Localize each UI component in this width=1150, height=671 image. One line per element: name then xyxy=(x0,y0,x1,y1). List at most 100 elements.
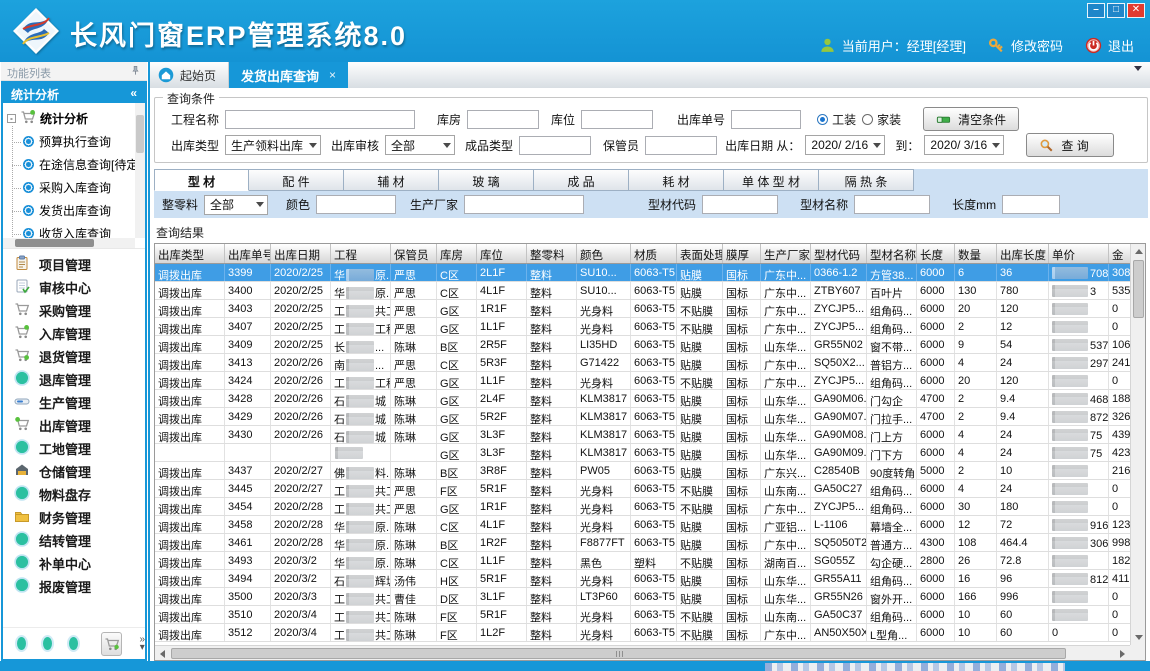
sidebar-menu-item[interactable]: 项目管理 xyxy=(3,253,145,276)
profile-name-input[interactable] xyxy=(854,195,930,214)
scrollbar-thumb[interactable] xyxy=(1133,260,1144,318)
material-tab[interactable]: 玻 璃 xyxy=(439,169,534,191)
sidebar-menu-item[interactable]: 物料盘存 xyxy=(3,483,145,506)
table-row[interactable]: 调拨出库35122020/3/4工共工程陈琳F区1L2F整料光身料6063-T5… xyxy=(155,624,1130,642)
table-row[interactable]: 调拨出库34932020/3/2华原...陈琳C区1L1F整料黑色塑料不贴膜国标… xyxy=(155,552,1130,570)
table-row[interactable]: 调拨出库35002020/3/3工共工程曹佳D区3L1F整料LT3P606063… xyxy=(155,588,1130,606)
sidebar-menu-item[interactable]: 生产管理 xyxy=(3,391,145,414)
scroll-right-arrow[interactable] xyxy=(1115,646,1130,661)
table-row[interactable]: 调拨出库34942020/3/2石辉城汤伟H区5R1F整料光身料6063-T5贴… xyxy=(155,570,1130,588)
grid-vertical-scrollbar[interactable] xyxy=(1130,244,1145,645)
sidebar-menu-item[interactable]: 退货管理 xyxy=(3,345,145,368)
date-to-picker[interactable]: 2020/ 3/16 xyxy=(924,135,1004,155)
column-header[interactable]: 出库日期 xyxy=(271,244,331,263)
radio-jiazhuang[interactable]: 家装 xyxy=(862,111,901,128)
search-button[interactable]: 查 询 xyxy=(1026,133,1114,157)
column-header[interactable]: 生产厂家 xyxy=(761,244,811,263)
material-tab[interactable]: 单 体 型 材 xyxy=(724,169,819,191)
sidebar-menu-item[interactable]: 仓储管理 xyxy=(3,460,145,483)
tree-root[interactable]: - 统计分析 xyxy=(7,107,133,130)
table-row[interactable]: 调拨出库34032020/2/25工共工程严思G区1R1F整料光身料6063-T… xyxy=(155,300,1130,318)
column-header[interactable]: 膜厚 xyxy=(723,244,761,263)
column-header[interactable]: 整零料 xyxy=(527,244,577,263)
sidebar-menu-item[interactable]: 出库管理 xyxy=(3,414,145,437)
column-header[interactable]: 出库类型 xyxy=(155,244,225,263)
grid-horizontal-scrollbar[interactable] xyxy=(155,645,1130,660)
tree-item[interactable]: 发货出库查询 xyxy=(7,199,133,222)
logout-link[interactable]: 退出 xyxy=(1108,36,1134,55)
tab-close-icon[interactable]: × xyxy=(329,68,336,82)
sidebar-menu-item[interactable]: 入库管理 xyxy=(3,322,145,345)
tree-item[interactable]: 采购入库查询 xyxy=(7,176,133,199)
clear-conditions-button[interactable]: 清空条件 xyxy=(923,107,1019,131)
color-input[interactable] xyxy=(316,195,396,214)
tree-horizontal-scrollbar[interactable] xyxy=(3,238,135,248)
table-row[interactable]: G区3L3F整料KLM38176063-T5贴膜国标山东华...GA90M09.… xyxy=(155,444,1130,462)
out-type-select[interactable]: 生产领料出库 xyxy=(225,135,321,155)
tree-expander-icon[interactable]: - xyxy=(7,114,16,123)
sidebar-menu-item[interactable]: 审核中心 xyxy=(3,276,145,299)
project-name-input[interactable] xyxy=(225,110,415,129)
tree-vertical-scrollbar[interactable] xyxy=(135,103,145,238)
collapse-icon[interactable]: « xyxy=(130,86,137,103)
column-header[interactable]: 出库长度 xyxy=(997,244,1049,263)
table-row[interactable]: 调拨出库34302020/2/26石城陈琳G区3L3F整料KLM38176063… xyxy=(155,426,1130,444)
scroll-up-arrow[interactable] xyxy=(1131,244,1146,259)
profile-code-input[interactable] xyxy=(702,195,778,214)
column-header[interactable]: 型材代码 xyxy=(811,244,867,263)
tab-list-dropdown-icon[interactable] xyxy=(1134,71,1142,80)
change-password-link[interactable]: 修改密码 xyxy=(1011,36,1063,55)
table-row[interactable]: 调拨出库34612020/2/28华原...陈琳B区1R2F整料F8877FT6… xyxy=(155,534,1130,552)
table-row[interactable]: 调拨出库34292020/2/26石城陈琳G区5R2F整料KLM38176063… xyxy=(155,408,1130,426)
circle-icon[interactable] xyxy=(43,637,52,650)
table-row[interactable]: 调拨出库34072020/2/25工工程严思G区1L1F整料光身料6063-T5… xyxy=(155,318,1130,336)
sidebar-menu-item[interactable]: 结转管理 xyxy=(3,529,145,552)
length-input[interactable] xyxy=(1002,195,1060,214)
close-button[interactable]: ✕ xyxy=(1127,3,1145,18)
table-row[interactable]: 调拨出库34132020/2/26南...严思C区5R3F整料G71422606… xyxy=(155,354,1130,372)
circle-icon[interactable] xyxy=(17,637,26,650)
tree-item[interactable]: 预算执行查询 xyxy=(7,130,133,153)
tree-item[interactable]: 在途信息查询[待定] xyxy=(7,153,133,176)
tab-shipping-outbound-query[interactable]: 发货出库查询 × xyxy=(229,62,348,88)
location-input[interactable] xyxy=(581,110,653,129)
factory-input[interactable] xyxy=(464,195,584,214)
date-from-picker[interactable]: 2020/ 2/16 xyxy=(805,135,885,155)
warehouse-input[interactable] xyxy=(467,110,539,129)
material-tab[interactable]: 配 件 xyxy=(249,169,344,191)
column-header[interactable]: 颜色 xyxy=(577,244,631,263)
scrollbar-thumb[interactable] xyxy=(15,239,94,247)
column-header[interactable]: 保管员 xyxy=(391,244,437,263)
material-tab[interactable]: 辅 材 xyxy=(344,169,439,191)
column-header[interactable]: 单价 xyxy=(1049,244,1109,263)
table-row[interactable]: 调拨出库34372020/2/27佛料...陈琳B区3R8F整料PW056063… xyxy=(155,462,1130,480)
table-row[interactable]: 调拨出库34092020/2/25长...陈琳B区2R5F整料LI35HD606… xyxy=(155,336,1130,354)
sidebar-menu-item[interactable]: 财务管理 xyxy=(3,506,145,529)
column-header[interactable]: 金 xyxy=(1109,244,1130,263)
maximize-button[interactable]: □ xyxy=(1107,3,1125,18)
table-row[interactable]: 调拨出库34282020/2/26石城陈琳G区2L4F整料KLM38176063… xyxy=(155,390,1130,408)
scroll-left-arrow[interactable] xyxy=(155,646,170,661)
material-tab[interactable]: 型 材 xyxy=(154,169,249,191)
table-row[interactable]: 调拨出库34542020/2/28工共工程严思G区1R1F整料光身料6063-T… xyxy=(155,498,1130,516)
product-type-input[interactable] xyxy=(519,136,591,155)
radio-unselected-icon[interactable] xyxy=(862,114,873,125)
table-row[interactable]: 调拨出库34242020/2/26工工程严思G区1L1F整料光身料6063-T5… xyxy=(155,372,1130,390)
circle-icon[interactable] xyxy=(69,637,78,650)
material-tab[interactable]: 耗 材 xyxy=(629,169,724,191)
radio-selected-icon[interactable] xyxy=(817,114,828,125)
column-header[interactable]: 材质 xyxy=(631,244,677,263)
sidebar-menu-item[interactable]: 工地管理 xyxy=(3,437,145,460)
scrollbar-thumb[interactable] xyxy=(171,648,1066,659)
table-row[interactable]: 调拨出库34002020/2/25华原...严思C区4L1F整料SU10...6… xyxy=(155,282,1130,300)
change-password[interactable]: 修改密码 xyxy=(988,36,1063,55)
sidebar-section-header[interactable]: 统计分析 « xyxy=(3,83,145,103)
audit-select[interactable]: 全部 xyxy=(385,135,455,155)
order-no-input[interactable] xyxy=(731,110,801,129)
table-row[interactable]: 调拨出库34452020/2/27工共工程严思F区5R1F整料光身料6063-T… xyxy=(155,480,1130,498)
toolbar-overflow-button[interactable]: » ▾ xyxy=(139,636,145,652)
column-header[interactable]: 数量 xyxy=(955,244,997,263)
keeper-input[interactable] xyxy=(645,136,717,155)
scroll-down-arrow[interactable] xyxy=(1131,630,1146,645)
column-header[interactable]: 表面处理 xyxy=(677,244,723,263)
